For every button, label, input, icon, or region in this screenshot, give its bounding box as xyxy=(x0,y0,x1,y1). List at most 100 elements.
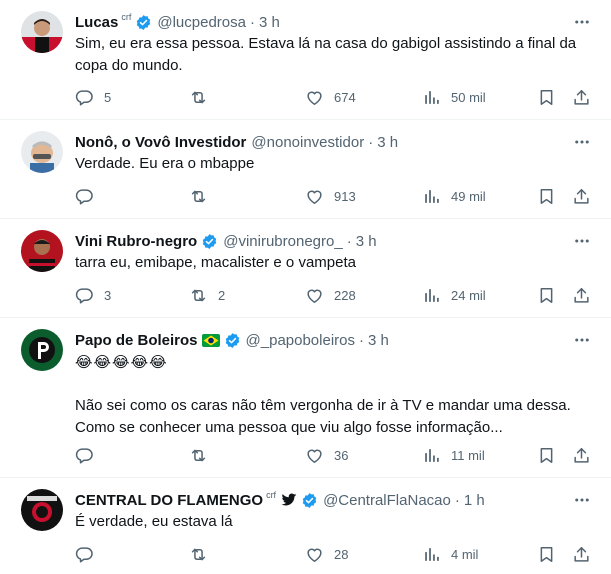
retweet-button[interactable]: 2 xyxy=(189,285,225,305)
more-icon[interactable] xyxy=(573,13,591,31)
views-icon xyxy=(422,286,441,305)
bookmark-icon xyxy=(537,545,556,564)
timestamp[interactable]: 3 h xyxy=(356,233,377,250)
display-name[interactable]: Lucas xyxy=(75,14,118,31)
tweet-text-line: É verdade, eu estava lá xyxy=(75,513,233,530)
verified-badge-icon xyxy=(135,14,152,31)
affiliate-badge: crf xyxy=(121,12,132,22)
reply-icon xyxy=(75,446,94,465)
tweet-nono[interactable]: Nonô, o Vovô Investidor @nonoinvestidor … xyxy=(0,120,611,219)
views-icon xyxy=(422,545,441,564)
display-name[interactable]: CENTRAL DO FLAMENGO xyxy=(75,492,263,509)
views-button[interactable]: 49 mil xyxy=(422,186,486,206)
tweet-papo-de-boleiros[interactable]: Papo de Boleiros @_papoboleiros · 3 h 😂😂… xyxy=(0,318,611,478)
timestamp[interactable]: 3 h xyxy=(377,134,398,151)
timestamp[interactable]: 1 h xyxy=(464,492,485,509)
avatar[interactable] xyxy=(21,131,63,173)
reply-button[interactable]: 3 xyxy=(75,285,111,305)
display-name[interactable]: Vini Rubro-negro xyxy=(75,233,197,250)
like-button[interactable]: 674 xyxy=(305,87,356,107)
reply-button[interactable] xyxy=(75,445,104,465)
share-icon xyxy=(572,545,591,564)
user-handle[interactable]: @_papoboleiros xyxy=(246,332,355,349)
views-button[interactable]: 4 mil xyxy=(422,544,478,564)
more-icon[interactable] xyxy=(573,491,591,509)
reply-button[interactable]: 5 xyxy=(75,87,111,107)
reply-button[interactable] xyxy=(75,544,104,564)
retweet-button[interactable] xyxy=(189,445,218,465)
tweet-vini[interactable]: Vini Rubro-negro @vinirubronegro_ · 3 h … xyxy=(0,219,611,318)
separator-dot: · xyxy=(346,232,352,250)
like-button[interactable]: 28 xyxy=(305,544,348,564)
user-handle[interactable]: @lucpedrosa xyxy=(157,14,246,31)
tweet-text: Verdade. Eu era o mbappe xyxy=(75,153,595,175)
reply-count: 3 xyxy=(104,287,112,303)
like-icon xyxy=(305,187,324,206)
view-count: 49 mil xyxy=(451,188,486,204)
bookmark-icon xyxy=(537,187,556,206)
share-button[interactable] xyxy=(572,445,591,465)
avatar[interactable] xyxy=(21,11,63,53)
retweet-button[interactable] xyxy=(189,87,218,107)
share-button[interactable] xyxy=(572,87,591,107)
views-button[interactable]: 24 mil xyxy=(422,285,486,305)
views-button[interactable]: 50 mil xyxy=(422,87,486,107)
avatar[interactable] xyxy=(21,230,63,272)
timestamp[interactable]: 3 h xyxy=(368,332,389,349)
reply-button[interactable] xyxy=(75,186,104,206)
separator-dot: · xyxy=(249,13,255,31)
tweet-central-do-flamengo[interactable]: CENTRAL DO FLAMENGO crf @CentralFlaNacao… xyxy=(0,478,611,574)
bookmark-button[interactable] xyxy=(537,285,556,305)
action-bar: 913 49 mil xyxy=(75,186,595,206)
verified-badge-icon xyxy=(301,492,318,509)
bookmark-button[interactable] xyxy=(537,87,556,107)
tweet-text-line: Não sei como os caras não têm vergonha d… xyxy=(75,397,571,414)
bookmark-button[interactable] xyxy=(537,186,556,206)
retweet-button[interactable] xyxy=(189,544,218,564)
separator-dot: · xyxy=(368,133,374,151)
share-button[interactable] xyxy=(572,544,591,564)
avatar[interactable] xyxy=(21,489,63,531)
views-icon xyxy=(422,187,441,206)
reply-thread: Lucas crf @lucpedrosa · 3 h Sim, eu era … xyxy=(0,0,611,574)
bookmark-button[interactable] xyxy=(537,445,556,465)
like-count: 36 xyxy=(334,447,349,463)
tweet-lucas[interactable]: Lucas crf @lucpedrosa · 3 h Sim, eu era … xyxy=(0,0,611,120)
more-icon[interactable] xyxy=(573,133,591,151)
separator-dot: · xyxy=(359,331,364,349)
like-count: 674 xyxy=(334,89,356,105)
view-count: 11 mil xyxy=(451,447,485,463)
bookmark-button[interactable] xyxy=(537,544,556,564)
retweet-icon xyxy=(189,88,208,107)
tweet-header: CENTRAL DO FLAMENGO crf @CentralFlaNacao… xyxy=(75,489,485,511)
retweet-icon xyxy=(189,545,208,564)
user-handle[interactable]: @vinirubronegro_ xyxy=(223,233,342,250)
tweet-text: É verdade, eu estava lá xyxy=(75,511,595,533)
share-button[interactable] xyxy=(572,285,591,305)
action-bar: 36 11 mil xyxy=(75,445,595,465)
share-button[interactable] xyxy=(572,186,591,206)
views-button[interactable]: 11 mil xyxy=(422,445,485,465)
views-icon xyxy=(422,88,441,107)
like-button[interactable]: 36 xyxy=(305,445,348,465)
timestamp[interactable]: 3 h xyxy=(259,14,280,31)
reply-count: 5 xyxy=(104,89,112,105)
tweet-text: 😂😂😂😂😂 Não sei como os caras não têm verg… xyxy=(75,351,595,439)
user-handle[interactable]: @CentralFlaNacao xyxy=(323,492,451,509)
view-count: 24 mil xyxy=(451,287,486,303)
like-button[interactable]: 228 xyxy=(305,285,356,305)
retweet-icon xyxy=(189,286,208,305)
user-handle[interactable]: @nonoinvestidor xyxy=(251,134,364,151)
like-count: 913 xyxy=(334,188,356,204)
like-icon xyxy=(305,545,324,564)
display-name[interactable]: Nonô, o Vovô Investidor xyxy=(75,134,246,151)
avatar[interactable] xyxy=(21,329,63,371)
retweet-button[interactable] xyxy=(189,186,218,206)
tweet-text-line: Verdade. Eu era o mbappe xyxy=(75,155,255,172)
like-button[interactable]: 913 xyxy=(305,186,356,206)
more-icon[interactable] xyxy=(573,331,591,349)
tweet-header: Nonô, o Vovô Investidor @nonoinvestidor … xyxy=(75,131,398,153)
display-name[interactable]: Papo de Boleiros xyxy=(75,332,198,349)
separator-dot: · xyxy=(454,491,460,509)
more-icon[interactable] xyxy=(573,232,591,250)
